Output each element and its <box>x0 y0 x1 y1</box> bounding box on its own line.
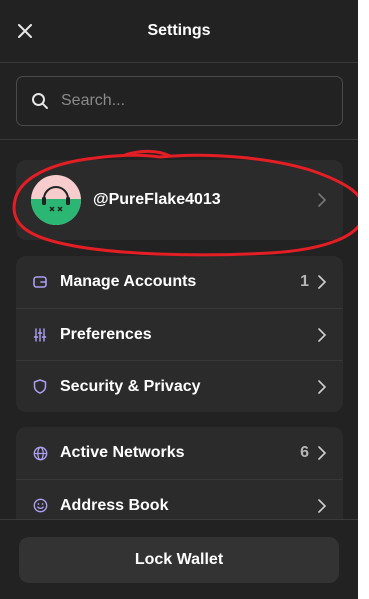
avatar-face-icon <box>42 186 70 212</box>
profile-username: @PureFlake4013 <box>93 191 221 208</box>
chevron-right-icon <box>318 379 327 394</box>
settings-footer: Lock Wallet <box>0 519 358 599</box>
globe-icon <box>32 445 48 461</box>
chevron-right-icon <box>318 327 327 342</box>
page-title: Settings <box>147 22 211 39</box>
sliders-icon <box>32 327 48 343</box>
search-input[interactable] <box>61 92 301 110</box>
chevron-right-icon <box>318 275 327 289</box>
active-networks-item[interactable]: Active Networks 6 <box>16 427 343 479</box>
settings-content: @PureFlake4013 Manage Accounts 1 Prefere… <box>0 140 358 531</box>
profile-card[interactable]: @PureFlake4013 <box>16 160 343 240</box>
security-privacy-label: Security & Privacy <box>60 377 201 395</box>
networks-count: 6 <box>300 444 309 461</box>
account-settings-group: Manage Accounts 1 Preferences Security &… <box>16 256 343 412</box>
close-button[interactable] <box>14 20 36 42</box>
active-networks-label: Active Networks <box>60 444 185 461</box>
search-box[interactable] <box>16 76 343 126</box>
accounts-count: 1 <box>300 273 309 290</box>
network-settings-group: Active Networks 6 Address Book <box>16 427 343 531</box>
avatar <box>31 175 81 225</box>
settings-header: Settings <box>0 0 358 62</box>
search-icon <box>32 93 48 109</box>
manage-accounts-item[interactable]: Manage Accounts 1 <box>16 256 343 308</box>
manage-accounts-label: Manage Accounts <box>60 273 197 290</box>
security-privacy-item[interactable]: Security & Privacy <box>16 360 343 412</box>
search-container <box>0 63 358 139</box>
chevron-right-icon <box>318 498 327 513</box>
preferences-item[interactable]: Preferences <box>16 308 343 360</box>
address-book-label: Address Book <box>60 496 169 514</box>
chevron-right-icon <box>318 446 327 460</box>
close-icon <box>18 24 32 38</box>
lock-wallet-button[interactable]: Lock Wallet <box>19 536 339 583</box>
shield-icon <box>32 379 48 395</box>
chevron-right-icon <box>318 193 327 207</box>
settings-panel: Settings @PureFlake40 <box>0 0 358 599</box>
smiley-icon <box>32 498 48 514</box>
wallet-icon <box>32 274 48 290</box>
preferences-label: Preferences <box>60 325 152 343</box>
